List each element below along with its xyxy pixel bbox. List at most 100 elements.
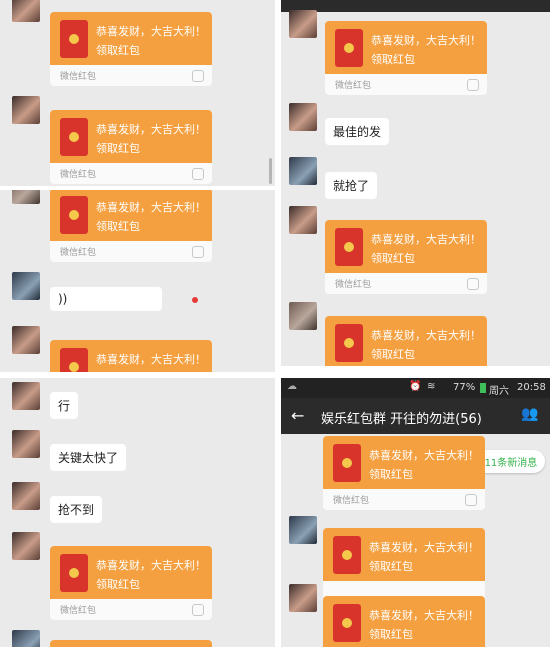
red-envelope-icon [333,604,361,642]
red-packet-claim: 领取红包 [371,348,415,361]
text-message: 最佳的发 [325,118,390,145]
red-packet-partial[interactable] [50,640,212,647]
red-packet-message[interactable]: 恭喜发财，大吉大利！ 领取红包 [323,528,485,602]
avatar[interactable] [12,96,40,124]
avatar[interactable] [289,157,317,185]
status-bar: ☁ ⏰ ≋ 77% 周六 20:58 [281,378,550,398]
wechat-pay-icon [192,70,204,82]
battery-icon [480,383,486,393]
red-packet-message[interactable]: 恭喜发财，大吉大利！ 领取红包 微信红包 [325,316,487,366]
avatar[interactable] [12,532,40,560]
avatar[interactable] [289,516,317,544]
red-packet-claim: 领取红包 [371,252,415,265]
battery-percent: 77% [453,382,476,393]
red-packet-claim: 领取红包 [369,468,413,481]
red-packet-claim: 领取红包 [96,370,140,372]
chat-panel-middle-left: 恭喜发财，大吉大利！ 领取红包 微信红包 )) 恭喜发财，大吉大利！ 领取红包 … [0,190,275,372]
alarm-icon: ⏰ [409,381,422,392]
signal-icon: ☁ [287,381,297,392]
red-packet-claim: 领取红包 [96,142,140,155]
red-packet-claim: 领取红包 [369,628,413,641]
wechat-pay-icon [467,79,479,91]
red-packet-message[interactable]: 恭喜发财，大吉大利！ 领取红包 微信红包 [50,110,212,184]
text-message: 就抢了 [325,172,378,199]
wechat-pay-icon [192,168,204,180]
unread-dot [192,297,198,303]
avatar[interactable] [12,190,40,204]
avatar[interactable] [12,430,40,458]
red-packet-greeting: 恭喜发财，大吉大利！ [371,329,481,342]
red-packet-message[interactable]: 恭喜发财，大吉大利！ 领取红包 微信红包 [325,220,487,294]
voice-icon: )) [58,292,68,306]
chat-panel-bottom-right: ☁ ⏰ ≋ 77% 周六 20:58 ← 娱乐红包群 开往的勿进(56) 👥 ⇡… [281,378,550,647]
red-packet-greeting: 恭喜发财，大吉大利！ [371,34,481,47]
red-packet-greeting: 恭喜发财，大吉大利！ [96,559,206,572]
avatar[interactable] [289,302,317,330]
title-bar-partial [281,0,550,12]
chat-panel-bottom-left: 行 关键太快了 抢不到 恭喜发财，大吉大利！ 领取红包 微信红包 [0,378,275,647]
avatar[interactable] [12,272,40,300]
avatar[interactable] [289,584,317,612]
avatar[interactable] [12,0,40,22]
red-packet-footer: 微信红包 [60,72,97,82]
back-arrow-icon[interactable]: ← [291,406,304,425]
red-packet-claim: 领取红包 [96,220,140,233]
red-packet-footer: 微信红包 [60,170,97,180]
red-envelope-icon [335,228,363,266]
red-packet-footer: 微信红包 [333,496,370,506]
red-packet-footer: 微信红包 [60,606,97,616]
red-packet-message[interactable]: 恭喜发财，大吉大利！ 领取红包 微信红包 [50,546,212,620]
red-packet-message[interactable]: 恭喜发财，大吉大利！ 领取红包 微信红包 [323,436,485,510]
weekday: 周六 [489,386,509,397]
red-packet-greeting: 恭喜发财，大吉大利！ [96,25,206,38]
avatar[interactable] [12,482,40,510]
red-packet-message[interactable]: 恭喜发财，大吉大利！ 领取红包 微信红包 [325,21,487,95]
avatar[interactable] [12,326,40,354]
red-packet-footer: 微信红包 [60,248,97,258]
chat-title: 娱乐红包群 开往的勿进(56) [321,412,482,427]
red-packet-message[interactable]: 恭喜发财，大吉大利！ 领取红包 微信红包 [50,12,212,86]
red-packet-greeting: 恭喜发财，大吉大利！ [369,541,479,554]
red-packet-greeting: 恭喜发财，大吉大利！ [371,233,481,246]
text-message: 行 [50,392,79,419]
red-envelope-icon [60,196,88,234]
red-packet-greeting: 恭喜发财，大吉大利！ [96,353,206,366]
wechat-pay-icon [192,604,204,616]
chat-header: ← 娱乐红包群 开往的勿进(56) 👥 [281,398,550,434]
avatar[interactable] [289,206,317,234]
red-packet-footer: 微信红包 [335,81,372,91]
red-packet-message[interactable]: 恭喜发财，大吉大利！ 领取红包 微信红包 [50,190,212,262]
red-envelope-icon [60,118,88,156]
red-envelope-icon [333,536,361,574]
red-packet-claim: 领取红包 [371,53,415,66]
red-packet-greeting: 恭喜发财，大吉大利！ [369,609,479,622]
group-members-icon[interactable]: 👥 [521,406,538,422]
red-envelope-icon [60,554,88,592]
red-packet-greeting: 恭喜发财，大吉大利！ [369,449,479,462]
red-envelope-icon [60,348,88,372]
red-packet-message[interactable]: 恭喜发财，大吉大利！ 领取红包 [323,596,485,647]
clock: 20:58 [517,382,546,393]
voice-message[interactable]: )) [50,287,162,311]
red-packet-claim: 领取红包 [96,44,140,57]
red-packet-claim: 领取红包 [369,560,413,573]
red-packet-message[interactable]: 恭喜发财，大吉大利！ 领取红包 微信红包 [50,340,212,372]
red-packet-claim: 领取红包 [96,578,140,591]
scrollbar[interactable] [269,158,272,184]
wechat-pay-icon [467,278,479,290]
text-message: 抢不到 [50,496,103,523]
text-message: 关键太快了 [50,444,127,471]
wechat-pay-icon [465,494,477,506]
avatar[interactable] [289,103,317,131]
red-envelope-icon [333,444,361,482]
red-packet-greeting: 恭喜发财，大吉大利！ [96,201,206,214]
red-packet-footer: 微信红包 [335,280,372,290]
red-envelope-icon [335,29,363,67]
avatar[interactable] [289,10,317,38]
wifi-icon: ≋ [427,381,436,392]
avatar[interactable] [12,630,40,647]
red-envelope-icon [335,324,363,362]
red-packet-greeting: 恭喜发财，大吉大利！ [96,123,206,136]
avatar[interactable] [12,382,40,410]
chat-panel-top-right: 恭喜发财，大吉大利！ 领取红包 微信红包 最佳的发 就抢了 恭喜发财，大吉大利！… [281,0,550,366]
